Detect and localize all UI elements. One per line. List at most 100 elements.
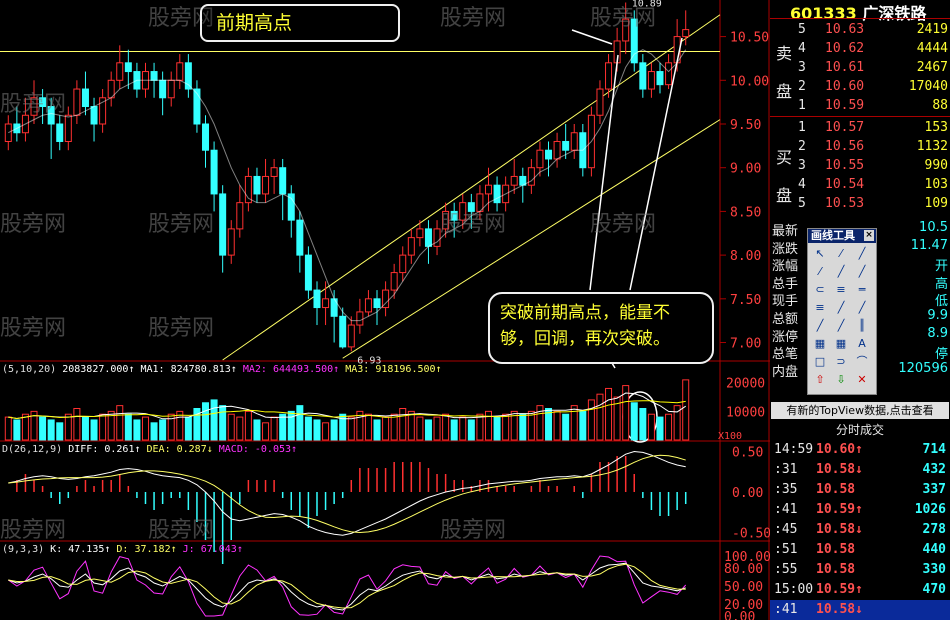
candle-body (373, 298, 381, 309)
candle-body (262, 175, 270, 195)
tick-t: :41 (774, 602, 798, 617)
drawing-tool-button[interactable]: ⌒ (853, 354, 871, 370)
volume-bar (133, 419, 141, 441)
candle-body (150, 71, 158, 81)
drawing-tool-button[interactable]: ╱ (853, 300, 871, 316)
drawing-tool-button[interactable]: ╱ (832, 300, 850, 316)
volume-bar (553, 410, 561, 441)
price-tick-label: 7.00 (730, 337, 761, 352)
volume-bar (21, 413, 29, 441)
drawing-tool-button[interactable]: ✕ (853, 372, 871, 388)
tick-v: 432 (922, 462, 946, 477)
candle-body (322, 298, 330, 309)
drawing-tool-button[interactable]: □ (811, 354, 829, 370)
sell-order-row: 5 10.63 2419 (770, 20, 950, 41)
volume-bar (630, 402, 638, 441)
tick-v: 470 (922, 582, 946, 597)
order-lv: 4 (798, 177, 806, 192)
drawing-tool-button[interactable]: ⇩ (832, 372, 850, 388)
order-pr: 10.53 (825, 196, 865, 211)
volume-bar (587, 399, 595, 441)
quote-info-key: 涨幅 (772, 259, 799, 275)
volume-bar (502, 413, 510, 441)
drawing-tool-button[interactable]: ═ (853, 282, 871, 298)
volume-bar (219, 405, 227, 441)
volume-bar (296, 405, 304, 441)
candle-body (545, 149, 553, 160)
order-pr: 10.62 (825, 41, 865, 56)
volume-bar (150, 422, 158, 441)
volume-bar (90, 419, 98, 441)
buy-order-row: 4 10.54 103 (770, 175, 950, 196)
sell-order-row: 3 10.61 2467 (770, 58, 950, 79)
candle-body (364, 298, 372, 313)
kdj-d-line (8, 563, 686, 609)
order-pr: 10.57 (825, 120, 865, 135)
volume-bar (322, 422, 330, 441)
tick-t: :35 (774, 482, 798, 497)
drawing-tool-button[interactable]: ⁄ (832, 246, 850, 262)
quote-info-value: 11.47 (910, 237, 948, 253)
candle-body (339, 315, 347, 348)
watermark: 股旁网 (590, 6, 657, 31)
volume-bar (262, 422, 270, 441)
topview-banner[interactable]: 有新的TopView数据,点击查看 (771, 402, 949, 419)
quote-info-key: 最新 (772, 224, 799, 239)
candle-body (253, 175, 261, 195)
drawing-tool-button[interactable]: ▦ (811, 336, 829, 352)
close-icon[interactable]: × (864, 230, 874, 241)
drawing-tool-button[interactable]: ≡ (811, 300, 829, 316)
drawing-tool-button[interactable]: ╱ (832, 264, 850, 280)
price-axis: 10.50 10.00 9.50 9.00 8.50 8.00 7.50 7.00 (720, 31, 769, 352)
order-vo: 990 (924, 158, 948, 173)
volume-bar (236, 416, 244, 441)
order-vo: 2467 (916, 60, 948, 75)
order-vo: 2419 (916, 22, 948, 37)
quote-info-value: 高 (934, 276, 948, 292)
candle-body (304, 254, 312, 291)
kdj-legend: (9,3,3) K: 47.135↑ D: 37.182↑ J: 67.043↑ (2, 544, 243, 555)
order-lv: 3 (798, 60, 806, 75)
price-tick-label: 9.50 (730, 118, 761, 133)
volume-bar (424, 419, 432, 441)
order-vo: 17040 (908, 79, 948, 94)
drawing-toolbox[interactable]: 画线工具 × ↖ ⁄ ╱ ⁄ ╱ ╱ ⊂ ≡ ═ ≡ ╱ ╱ ╱ ╱ ║ ▦ ▦ A □ ⊃ ⌒ ⇧ ⇩ ✕ (807, 228, 877, 395)
quote-info-value: 10.5 (919, 220, 948, 235)
quote-info-key: 涨停 (772, 329, 799, 345)
volume-legend: (5,10,20) 2083827.000↑ MA1: 824780.813↑ … (2, 364, 442, 375)
volume-bar (279, 413, 287, 441)
candle-body (279, 167, 287, 195)
order-pr: 10.55 (825, 158, 865, 173)
dea-line (8, 454, 686, 534)
candle-body (313, 289, 321, 309)
tick-row: 14:59 10.60↑ 714 (770, 440, 950, 461)
price-tick-label: 8.00 (730, 249, 761, 264)
watermark: 股旁网 (0, 316, 67, 341)
drawing-tool-button[interactable]: ↖ (811, 246, 829, 262)
volume-bar (81, 416, 89, 441)
macd-tick-label: 0.00 (732, 486, 763, 501)
drawing-tool-button[interactable]: ╱ (853, 246, 871, 262)
tick-v: 440 (922, 542, 946, 557)
drawing-tool-button[interactable]: ╱ (832, 318, 850, 334)
watermark: 股旁网 (148, 212, 215, 237)
drawing-tool-button[interactable]: A (853, 336, 871, 352)
volume-bar (4, 416, 12, 441)
drawing-tool-button[interactable]: ⊃ (832, 354, 850, 370)
drawing-tool-button[interactable]: ≡ (832, 282, 850, 298)
drawing-tool-button[interactable]: ▦ (832, 336, 850, 352)
drawing-tool-button[interactable]: ║ (853, 318, 871, 334)
drawing-tool-button[interactable]: ⇧ (811, 372, 829, 388)
volume-bar (450, 419, 458, 441)
drawing-tool-button[interactable]: ⊂ (811, 282, 829, 298)
drawing-tool-button[interactable]: ⁄ (811, 264, 829, 280)
drawing-tool-button[interactable]: ╱ (853, 264, 871, 280)
candle-body (227, 228, 235, 256)
drawing-tool-button[interactable]: ╱ (811, 318, 829, 334)
prev-high-callout: 前期高点 (200, 4, 400, 42)
volume-bar (433, 416, 441, 441)
tick-row: :51 10.58 440 (770, 540, 950, 561)
tick-row: :41 10.59↑ 1026 (770, 500, 950, 521)
volume-bar (99, 413, 107, 441)
candle-body (64, 114, 72, 142)
